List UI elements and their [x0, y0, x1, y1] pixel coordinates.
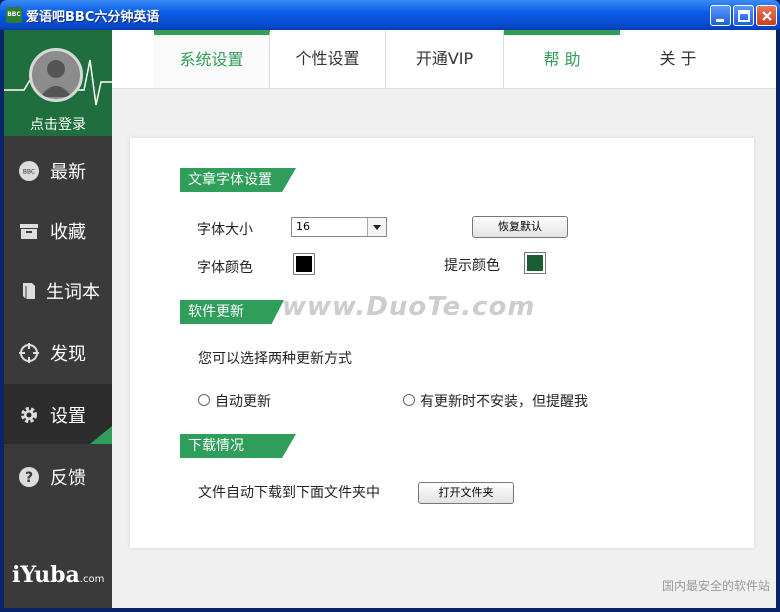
app-icon: BBC [6, 7, 22, 23]
close-button[interactable] [756, 5, 777, 26]
sidebar-item-label: 设置 [50, 406, 86, 427]
radio-auto-update[interactable] [198, 394, 210, 406]
radio-auto-update-label[interactable]: 自动更新 [215, 391, 271, 411]
watermark-duote: www.DuoTe.com [282, 292, 536, 322]
sidebar-item-label: 发现 [50, 344, 86, 365]
user-silhouette-icon [40, 60, 72, 97]
font-section-header: 文章字体设置 [180, 168, 296, 192]
maximize-icon [738, 10, 750, 22]
sidebar: 点击登录 BBC 最新 收藏 生词本 发现 设置 ? 反馈 iYuba.com [4, 30, 112, 608]
sidebar-item-label: 反馈 [50, 468, 86, 489]
active-corner-marker [90, 426, 112, 444]
restore-default-button[interactable]: 恢复默认 [472, 216, 568, 238]
font-size-label: 字体大小 [197, 222, 253, 238]
tab-bar: 系统设置 个性设置 开通VIP 帮 助 关 于 [112, 30, 776, 89]
avatar[interactable] [29, 48, 83, 102]
profile-area[interactable]: 点击登录 [4, 30, 112, 136]
client-area: 点击登录 BBC 最新 收藏 生词本 发现 设置 ? 反馈 iYuba.com … [4, 30, 776, 608]
crosshair-icon [19, 343, 39, 363]
book-icon [23, 283, 35, 299]
archive-box-icon [20, 224, 38, 239]
sidebar-item-settings[interactable]: 设置 [4, 384, 112, 444]
tab-help[interactable]: 帮 助 [504, 30, 620, 88]
update-section-header: 软件更新 [180, 300, 284, 324]
download-description: 文件自动下载到下面文件夹中 [198, 485, 380, 501]
title-bar[interactable]: BBC 爱语吧BBC六分钟英语 [0, 0, 780, 30]
open-folder-button[interactable]: 打开文件夹 [418, 482, 514, 504]
font-color-label: 字体颜色 [197, 260, 253, 276]
minimize-icon [716, 19, 724, 22]
font-color-picker[interactable] [293, 253, 315, 275]
update-description: 您可以选择两种更新方式 [198, 351, 352, 367]
tab-system-settings[interactable]: 系统设置 [154, 30, 270, 88]
app-window: BBC 爱语吧BBC六分钟英语 点击登录 BBC 最新 收藏 生词本 发现 设置… [0, 0, 780, 612]
sidebar-item-discover[interactable]: 发现 [4, 322, 112, 382]
radio-notify-only-label[interactable]: 有更新时不安装，但提醒我 [420, 391, 588, 411]
login-link[interactable]: 点击登录 [4, 114, 112, 134]
sidebar-item-label: 最新 [50, 162, 86, 183]
gear-icon [21, 407, 37, 423]
bbc-badge-icon: BBC [19, 161, 39, 181]
iyuba-logo: iYuba.com [12, 562, 105, 588]
minimize-button[interactable] [710, 5, 731, 26]
radio-notify-only[interactable] [403, 394, 415, 406]
download-section-header: 下载情况 [180, 434, 296, 458]
tab-personal-settings[interactable]: 个性设置 [270, 30, 386, 88]
sidebar-item-label: 收藏 [50, 222, 86, 243]
close-icon [762, 11, 772, 21]
hint-color-picker[interactable] [524, 252, 546, 274]
sidebar-item-feedback[interactable]: ? 反馈 [4, 446, 112, 506]
settings-panel: 文章字体设置 字体大小 16 恢复默认 字体颜色 提示颜色 软件更新 您可以选择… [130, 138, 754, 548]
tab-vip[interactable]: 开通VIP [386, 30, 504, 88]
svg-text:?: ? [25, 470, 33, 486]
corner-watermark: 国内最安全的软件站 [661, 579, 770, 593]
sidebar-item-favorites[interactable]: 收藏 [4, 200, 112, 260]
sidebar-item-vocabulary[interactable]: 生词本 [4, 260, 112, 320]
question-icon: ? [19, 467, 39, 487]
sidebar-item-latest[interactable]: BBC 最新 [4, 140, 112, 200]
svg-text:BBC: BBC [23, 169, 35, 176]
hint-color-label: 提示颜色 [444, 258, 500, 274]
chevron-down-icon [367, 218, 386, 236]
tab-about[interactable]: 关 于 [620, 30, 736, 88]
sidebar-item-label: 生词本 [46, 282, 100, 303]
window-title: 爱语吧BBC六分钟英语 [26, 10, 160, 25]
maximize-button[interactable] [733, 5, 754, 26]
font-size-select[interactable]: 16 [291, 217, 387, 237]
